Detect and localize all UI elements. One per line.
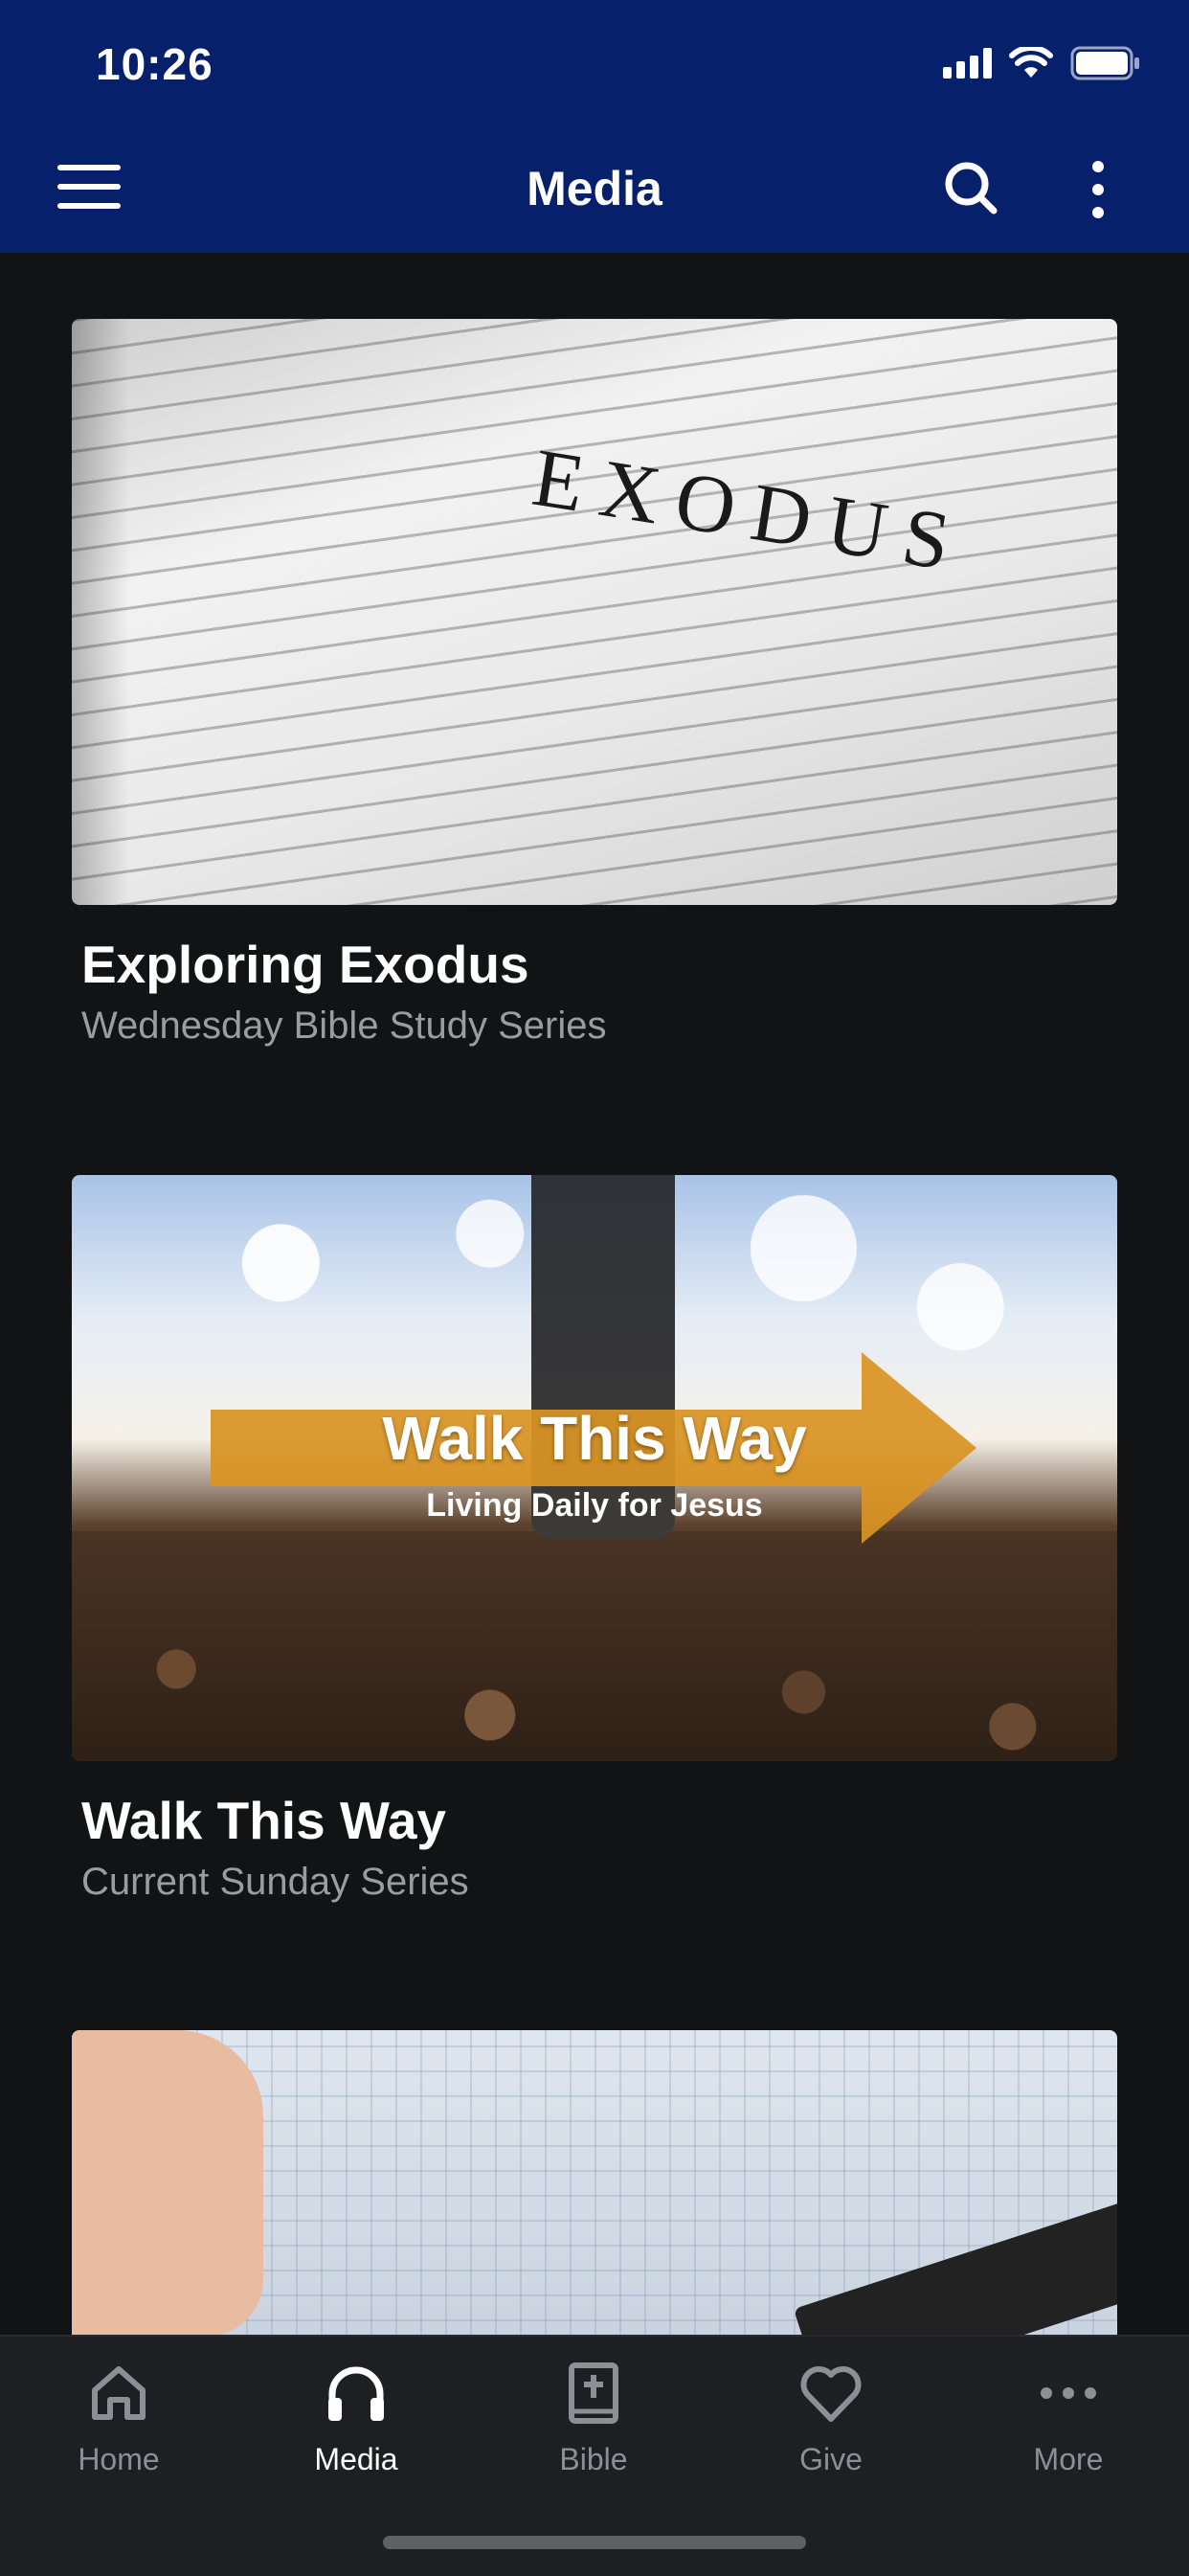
tab-give[interactable]: Give — [712, 2337, 950, 2509]
tab-label: More — [1033, 2442, 1104, 2476]
signal-icon — [943, 48, 992, 79]
series-subtitle: Current Sunday Series — [81, 1861, 469, 1903]
series-title[interactable]: Exploring Exodus — [81, 934, 1117, 995]
bible-icon — [569, 2362, 618, 2424]
home-indicator[interactable] — [383, 2536, 806, 2549]
media-card-third[interactable] — [72, 2030, 1117, 2346]
hand-image — [72, 2030, 263, 2337]
tab-bible[interactable]: Bible — [475, 2337, 712, 2509]
search-button[interactable] — [940, 157, 1001, 218]
banner-title: Walk This Way — [382, 1404, 807, 1473]
more-dots-icon — [1041, 2387, 1096, 2399]
headphones-icon — [328, 2366, 384, 2421]
tab-label: Home — [78, 2442, 160, 2476]
series-thumbnail[interactable]: EXODUS — [72, 319, 1117, 905]
tab-more[interactable]: More — [950, 2337, 1187, 2509]
home-icon — [92, 2366, 146, 2420]
wifi-icon — [1009, 47, 1053, 78]
tab-home[interactable]: Home — [0, 2337, 237, 2509]
status-icons — [943, 46, 1141, 80]
tab-label: Media — [314, 2442, 398, 2476]
page-title: Media — [527, 162, 662, 215]
banner-subtitle: Living Daily for Jesus — [426, 1487, 763, 1524]
series-title[interactable]: Walk This Way — [81, 1790, 1117, 1851]
media-card-exploring-exodus[interactable]: EXODUS Exploring Exodus Wednesday Bible … — [72, 319, 1117, 1048]
heart-icon — [800, 2366, 862, 2422]
tab-label: Give — [799, 2442, 863, 2476]
series-subtitle: Wednesday Bible Study Series — [81, 1005, 607, 1047]
battery-icon — [1070, 46, 1139, 80]
app-header: 10:26 Media — [0, 0, 1189, 253]
status-time: 10:26 — [96, 39, 213, 89]
tab-media[interactable]: Media — [237, 2337, 475, 2509]
tab-label: Bible — [559, 2442, 628, 2476]
media-card-walk-this-way[interactable]: Walk This Way Living Daily for Jesus Wal… — [72, 1175, 1117, 1904]
overflow-menu-button[interactable] — [1080, 157, 1116, 222]
series-thumbnail[interactable]: Walk This Way Living Daily for Jesus — [72, 1175, 1117, 1761]
series-thumbnail[interactable] — [72, 2030, 1117, 2346]
